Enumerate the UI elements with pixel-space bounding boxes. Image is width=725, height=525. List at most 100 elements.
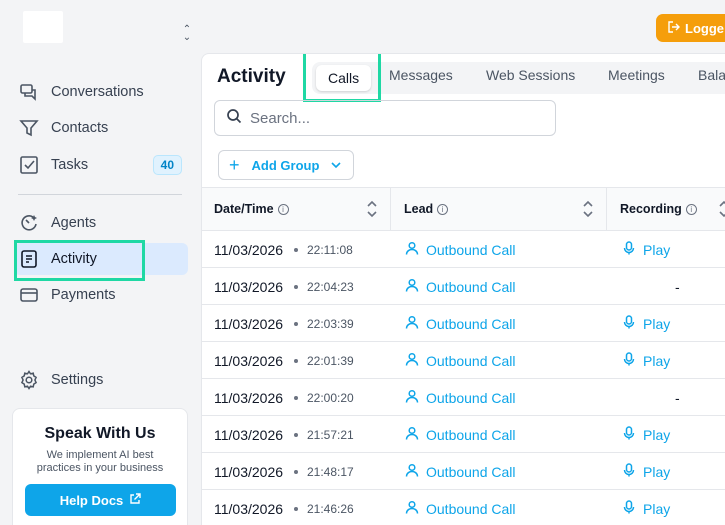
- sidebar-item-payments[interactable]: Payments: [14, 279, 188, 311]
- table-row[interactable]: 11/03/2026 22:04:23 Outbound Call -: [202, 268, 725, 305]
- table-row[interactable]: 11/03/2026 22:11:08 Outbound Call Play: [202, 231, 725, 268]
- separator-dot: [294, 285, 298, 289]
- play-label: Play: [643, 352, 671, 369]
- tasks-count-badge: 40: [152, 155, 182, 175]
- lead-link[interactable]: Outbound Call: [405, 352, 516, 369]
- search-box[interactable]: [214, 100, 556, 136]
- microphone-icon: [622, 315, 636, 332]
- workspace-logo[interactable]: [23, 11, 63, 43]
- row-time: 22:11:08: [307, 243, 353, 257]
- card-icon: [19, 285, 39, 305]
- lead-link[interactable]: Outbound Call: [405, 241, 516, 258]
- table-header: Date/Time i Lead i Recording i: [202, 187, 725, 231]
- add-group-label: Add Group: [251, 157, 320, 173]
- sort-icon[interactable]: [718, 200, 725, 218]
- separator-dot: [294, 396, 298, 400]
- sidebar-item-agents[interactable]: Agents: [14, 207, 188, 239]
- tab-messages[interactable]: Messages: [389, 67, 453, 83]
- sidebar-item-conversations[interactable]: Conversations: [14, 76, 188, 108]
- tab-web-sessions[interactable]: Web Sessions: [486, 67, 575, 83]
- column-label: Recording: [620, 202, 682, 216]
- separator-dot: [294, 433, 298, 437]
- add-group-button[interactable]: + Add Group: [218, 150, 354, 180]
- column-header-recording[interactable]: Recording i: [620, 188, 697, 230]
- sidebar-item-settings[interactable]: Settings: [14, 364, 188, 396]
- sidebar: ⌃ ⌄ Conversations Contacts Tasks 40 Agent…: [0, 0, 200, 525]
- tab-balance[interactable]: Bala: [698, 67, 725, 83]
- lead-label: Outbound Call: [426, 389, 516, 406]
- logout-icon: [668, 20, 680, 36]
- user-icon: [405, 463, 419, 480]
- column-header-datetime[interactable]: Date/Time i: [214, 188, 289, 230]
- sidebar-item-contacts[interactable]: Contacts: [14, 112, 188, 144]
- table-row[interactable]: 11/03/2026 22:03:39 Outbound Call Play: [202, 305, 725, 342]
- lead-label: Outbound Call: [426, 241, 516, 258]
- row-time: 21:57:21: [307, 428, 354, 442]
- play-recording-button[interactable]: Play: [622, 463, 670, 480]
- no-recording: -: [675, 279, 680, 295]
- sidebar-item-label: Agents: [51, 215, 97, 231]
- table-row[interactable]: 11/03/2026 21:57:21 Outbound Call Play: [202, 416, 725, 453]
- separator-dot: [294, 248, 298, 252]
- column-header-lead[interactable]: Lead i: [404, 188, 449, 230]
- play-recording-button[interactable]: Play: [622, 241, 670, 258]
- agents-icon: [19, 213, 39, 233]
- column-label: Lead: [404, 202, 434, 216]
- play-label: Play: [643, 463, 671, 480]
- user-icon: [405, 241, 419, 258]
- lead-link[interactable]: Outbound Call: [405, 315, 516, 332]
- info-icon: i: [437, 203, 449, 215]
- column-label: Date/Time: [214, 202, 274, 216]
- sidebar-item-tasks[interactable]: Tasks 40: [14, 149, 188, 181]
- page-title: Activity: [217, 66, 286, 87]
- chat-icon: [19, 82, 39, 102]
- row-date: 11/03/2026: [214, 353, 284, 369]
- row-date: 11/03/2026: [214, 464, 284, 480]
- play-recording-button[interactable]: Play: [622, 500, 670, 517]
- table-row[interactable]: 11/03/2026 22:00:20 Outbound Call -: [202, 379, 725, 416]
- lead-link[interactable]: Outbound Call: [405, 500, 516, 517]
- user-icon: [405, 278, 419, 295]
- row-time: 22:03:39: [307, 317, 354, 331]
- checkbox-icon: [19, 155, 39, 175]
- lead-label: Outbound Call: [426, 352, 516, 369]
- gear-icon: [19, 370, 39, 390]
- table-row[interactable]: 11/03/2026 21:48:17 Outbound Call Play: [202, 453, 725, 490]
- sort-icon[interactable]: [582, 200, 594, 218]
- sort-icon[interactable]: [366, 200, 378, 218]
- search-input[interactable]: [250, 109, 530, 127]
- speak-with-us-card: Speak With Us We implement AI best pract…: [12, 408, 188, 525]
- logged-in-button[interactable]: Logge: [656, 14, 725, 42]
- microphone-icon: [622, 426, 636, 443]
- speak-card-title: Speak With Us: [44, 425, 156, 442]
- tab-meetings[interactable]: Meetings: [608, 67, 665, 83]
- separator-dot: [294, 322, 298, 326]
- lead-link[interactable]: Outbound Call: [405, 278, 516, 295]
- play-recording-button[interactable]: Play: [622, 315, 670, 332]
- lead-label: Outbound Call: [426, 278, 516, 295]
- topbar: Logge: [200, 0, 725, 52]
- sidebar-item-label: Tasks: [51, 157, 89, 173]
- table-row[interactable]: 11/03/2026 22:01:39 Outbound Call Play: [202, 342, 725, 379]
- row-time: 22:04:23: [307, 280, 354, 294]
- play-recording-button[interactable]: Play: [622, 426, 670, 443]
- lead-label: Outbound Call: [426, 463, 516, 480]
- lead-link[interactable]: Outbound Call: [405, 463, 516, 480]
- column-divider: [390, 188, 391, 230]
- row-date: 11/03/2026: [214, 242, 284, 258]
- workspace-switcher-icon[interactable]: ⌃ ⌄: [180, 25, 194, 43]
- table-row[interactable]: 11/03/2026 21:46:26 Outbound Call Play: [202, 490, 725, 525]
- activity-highlight-box: [14, 240, 145, 281]
- lead-link[interactable]: Outbound Call: [405, 426, 516, 443]
- info-icon: i: [277, 203, 289, 215]
- help-docs-button[interactable]: Help Docs: [25, 484, 176, 516]
- search-icon: [226, 108, 242, 129]
- activity-panel: Activity Calls Messages Web Sessions Mee…: [201, 53, 725, 525]
- lead-link[interactable]: Outbound Call: [405, 389, 516, 406]
- play-recording-button[interactable]: Play: [622, 352, 670, 369]
- play-label: Play: [643, 426, 671, 443]
- no-recording: -: [675, 390, 680, 406]
- row-date: 11/03/2026: [214, 279, 284, 295]
- sidebar-item-label: Settings: [51, 372, 104, 388]
- calls-tab-highlight-box: [303, 54, 381, 102]
